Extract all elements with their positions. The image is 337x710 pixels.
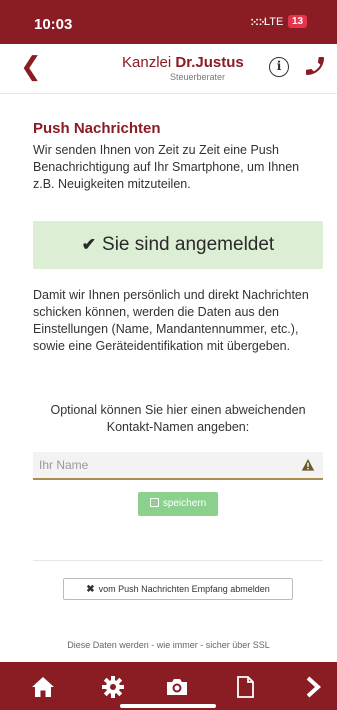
ssl-note: Diese Daten werden - wie immer - sicher … (67, 640, 270, 650)
camera-icon[interactable] (164, 674, 190, 700)
close-icon: ✖ (86, 584, 95, 595)
data-info-text: Damit wir Ihnen persönlich und direkt Na… (33, 288, 309, 353)
unsubscribe-label: vom Push Nachrichten Empfang abmelden (98, 584, 270, 594)
save-label: speichern (162, 498, 207, 509)
home-indicator (120, 704, 216, 708)
status-bar: 10:03 ⁙⁙ LTE 13 (0, 0, 337, 44)
brand-subtitle: Steuerberater (170, 72, 226, 82)
checkmark-icon: ✔ (81, 235, 97, 254)
battery-icon: 13 (288, 15, 308, 28)
chevron-right-icon[interactable] (300, 674, 326, 700)
phone-icon[interactable] (303, 54, 327, 78)
optional-name-hint: Optional können Sie hier einen abweichen… (50, 403, 306, 434)
gear-icon[interactable] (100, 674, 126, 700)
divider (33, 560, 323, 561)
name-input[interactable] (33, 452, 291, 478)
status-time: 10:03 (34, 16, 73, 33)
save-icon (149, 498, 159, 507)
brand-logo: Kanzlei Dr.Justus Steuerberater (122, 54, 244, 82)
warning-icon (301, 459, 315, 471)
status-label: Sie sind angemeldet (102, 234, 275, 255)
app-header: ❮ Kanzlei Dr.Justus Steuerberater i (0, 44, 337, 94)
unsubscribe-button[interactable]: ✖ vom Push Nachrichten Empfang abmelden (63, 578, 293, 600)
brand-name: Dr.Justus (175, 54, 244, 71)
chevron-left-icon[interactable]: ❮ (20, 52, 42, 82)
intro-text: Wir senden Ihnen von Zeit zu Zeit eine P… (33, 143, 300, 191)
name-field (33, 452, 323, 480)
info-icon[interactable]: i (269, 57, 289, 77)
brand-prefix: Kanzlei (122, 54, 176, 71)
save-button[interactable]: speichern (138, 492, 218, 516)
bottom-tab-bar (0, 662, 337, 710)
page-title: Push Nachrichten (33, 120, 161, 137)
home-icon[interactable] (30, 674, 56, 700)
document-icon[interactable] (232, 674, 258, 700)
subscription-status-box: ✔ Sie sind angemeldet (33, 221, 323, 269)
network-type: LTE (264, 16, 284, 28)
